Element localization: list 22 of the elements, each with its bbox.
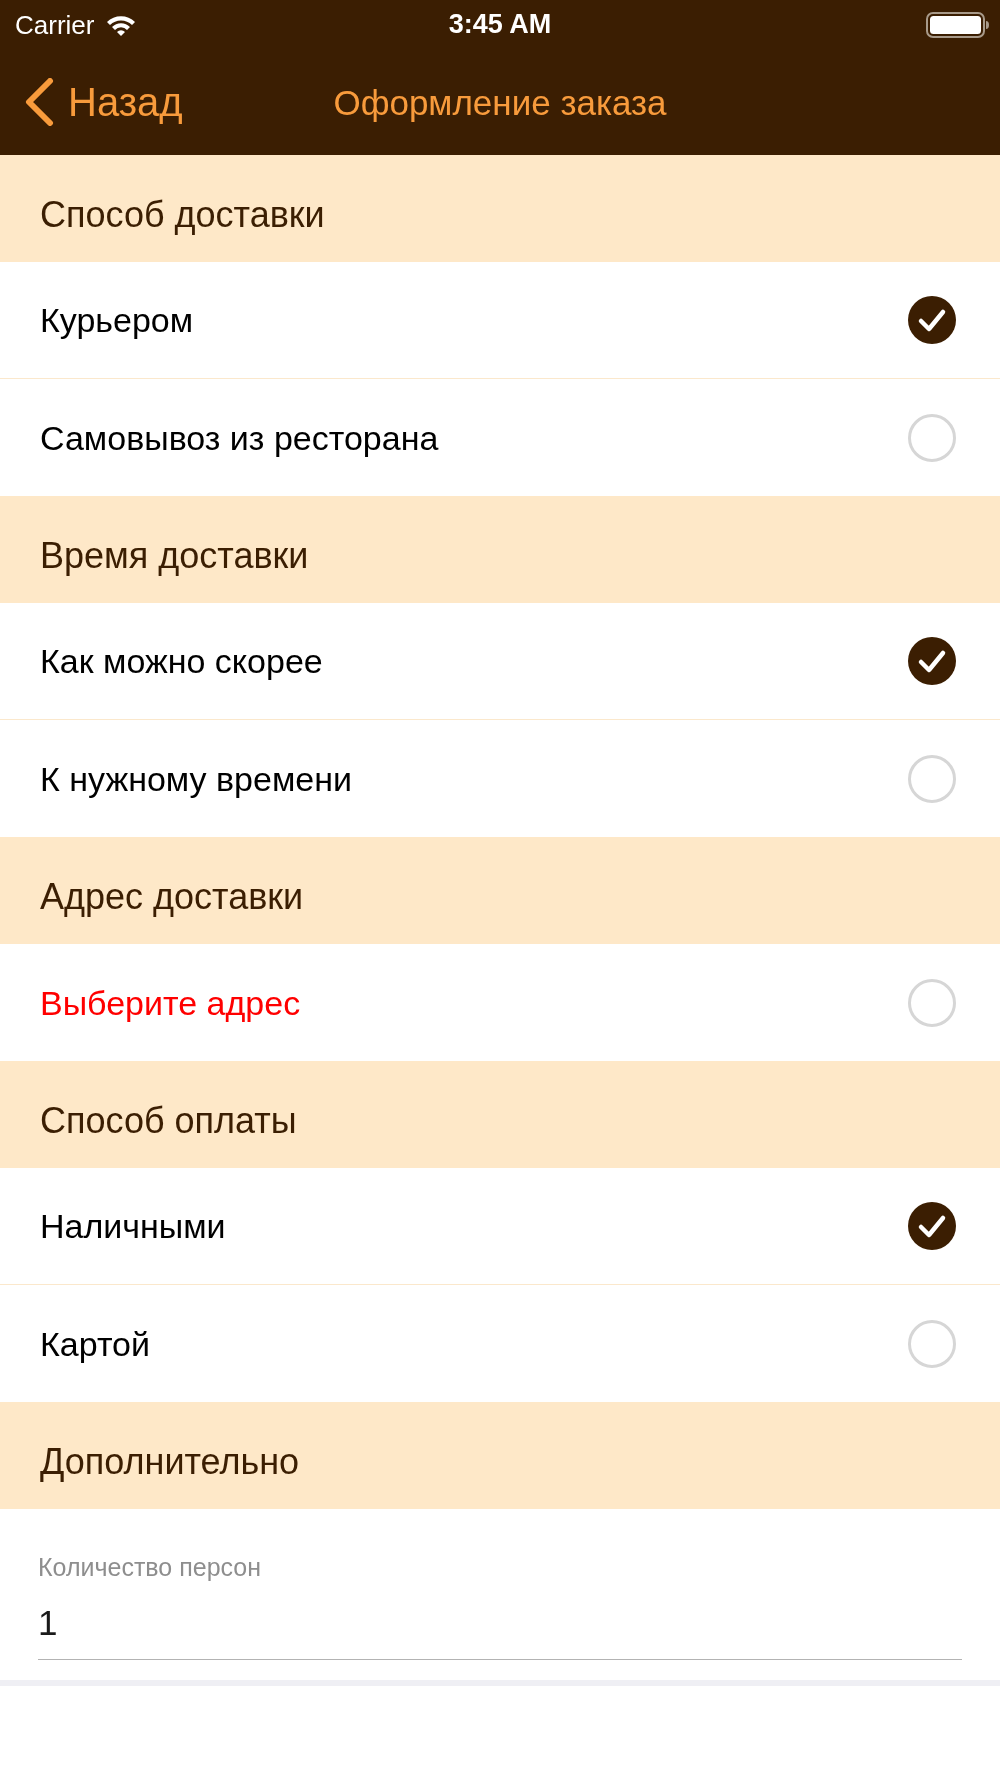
option-label: Самовывоз из ресторана xyxy=(40,417,439,459)
text-field[interactable]: Количество персон 1 xyxy=(38,1553,962,1660)
battery-icon xyxy=(926,12,990,38)
field-label: Количество персон xyxy=(38,1553,263,1581)
option-label: Курьером xyxy=(40,300,194,341)
back-button[interactable]: Назад xyxy=(24,77,183,126)
option-label: Картой xyxy=(40,1323,150,1365)
section-title: Время доставки xyxy=(40,533,309,578)
section-title: Дополнительно xyxy=(40,1439,300,1484)
carrier-label: Carrier xyxy=(15,10,95,40)
chevron-left-icon xyxy=(24,77,54,126)
section-title: Способ доставки xyxy=(40,192,325,237)
option-label: Как можно скорее xyxy=(40,641,323,682)
option-label: К нужному времени xyxy=(40,758,352,800)
field-input[interactable]: 1 xyxy=(38,1601,962,1645)
option-label: Наличными xyxy=(40,1206,226,1247)
section-title: Адрес доставки xyxy=(40,874,304,919)
status-time: 3:45 AM xyxy=(448,8,552,40)
option-label: Выберите адрес xyxy=(40,982,301,1024)
wifi-icon xyxy=(106,14,137,36)
screen-title: Оформление заказа xyxy=(333,81,667,124)
section-title: Способ оплаты xyxy=(40,1098,297,1143)
